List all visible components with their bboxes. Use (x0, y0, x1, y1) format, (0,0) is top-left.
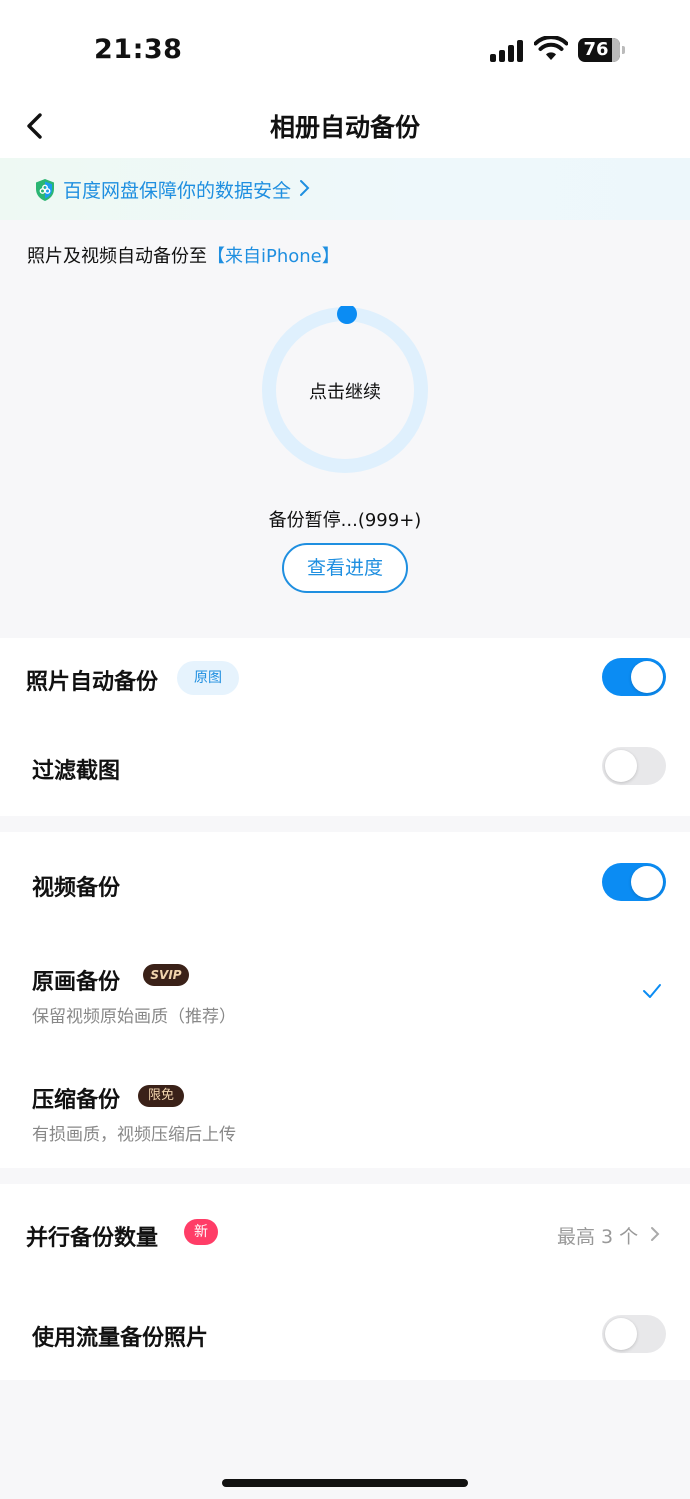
backup-destination: 照片及视频自动备份至【来自iPhone】 (27, 242, 340, 268)
parallel-count-label: 并行备份数量 (26, 1226, 159, 1251)
chevron-right-icon (651, 1227, 660, 1241)
signal-icon (490, 40, 524, 62)
photo-backup-card: 照片自动备份 原图 过滤截图 (0, 638, 690, 816)
original-backup-desc: 保留视频原始画质（推荐） (32, 1007, 236, 1027)
battery-icon: 76 (578, 38, 620, 62)
nav-bar: 相册自动备份 (0, 100, 690, 158)
wifi-icon (534, 36, 568, 60)
security-banner[interactable]: 百度网盘保障你的数据安全 (0, 158, 690, 220)
filter-screenshot-label: 过滤截图 (32, 759, 121, 784)
chevron-right-icon (300, 180, 310, 196)
svip-badge: SVIP (143, 964, 189, 986)
continue-label[interactable]: 点击继续 (261, 378, 429, 404)
cellular-backup-label: 使用流量备份照片 (32, 1326, 209, 1351)
video-backup-label: 视频备份 (32, 876, 121, 901)
battery-tip (622, 46, 625, 54)
compressed-backup-desc: 有损画质，视频压缩后上传 (32, 1125, 236, 1145)
home-indicator (222, 1479, 468, 1487)
banner-text: 百度网盘保障你的数据安全 (63, 180, 292, 202)
status-time: 21:38 (94, 34, 183, 65)
battery-level: 76 (583, 39, 609, 60)
parallel-count-value: 最高 3 个 (557, 1226, 639, 1248)
backup-hero: 照片及视频自动备份至【来自iPhone】 点击继续 备份暂停...(999+) … (0, 220, 690, 638)
cellular-backup-toggle[interactable] (602, 1315, 666, 1353)
original-backup-label: 原画备份 (32, 970, 121, 995)
page-title: 相册自动备份 (269, 113, 420, 142)
destination-link[interactable]: 【来自iPhone】 (207, 246, 340, 267)
video-backup-card: 视频备份 原画备份 SVIP 保留视频原始画质（推荐） 压缩备份 限免 有损画质… (0, 832, 690, 1168)
original-quality-badge: 原图 (177, 661, 239, 695)
shield-icon (36, 179, 54, 201)
photo-backup-toggle[interactable] (602, 658, 666, 696)
filter-screenshot-toggle[interactable] (602, 747, 666, 785)
misc-settings-card: 并行备份数量 新 最高 3 个 使用流量备份照片 (0, 1184, 690, 1380)
compressed-backup-label: 压缩备份 (32, 1088, 121, 1113)
check-icon (643, 984, 661, 998)
new-badge: 新 (184, 1219, 218, 1245)
status-bar: 21:38 76 (0, 0, 690, 100)
phone-screen: 21:38 76 相册自动备份 百度网盘保障你的数据安全 照片及视频自动备份至【… (0, 0, 690, 1499)
video-backup-toggle[interactable] (602, 863, 666, 901)
destination-prefix: 照片及视频自动备份至 (27, 246, 207, 267)
limited-free-badge: 限免 (138, 1085, 184, 1107)
photo-backup-label: 照片自动备份 (26, 670, 159, 695)
backup-status: 备份暂停...(999+) (268, 510, 422, 531)
view-progress-button[interactable]: 查看进度 (282, 543, 408, 593)
